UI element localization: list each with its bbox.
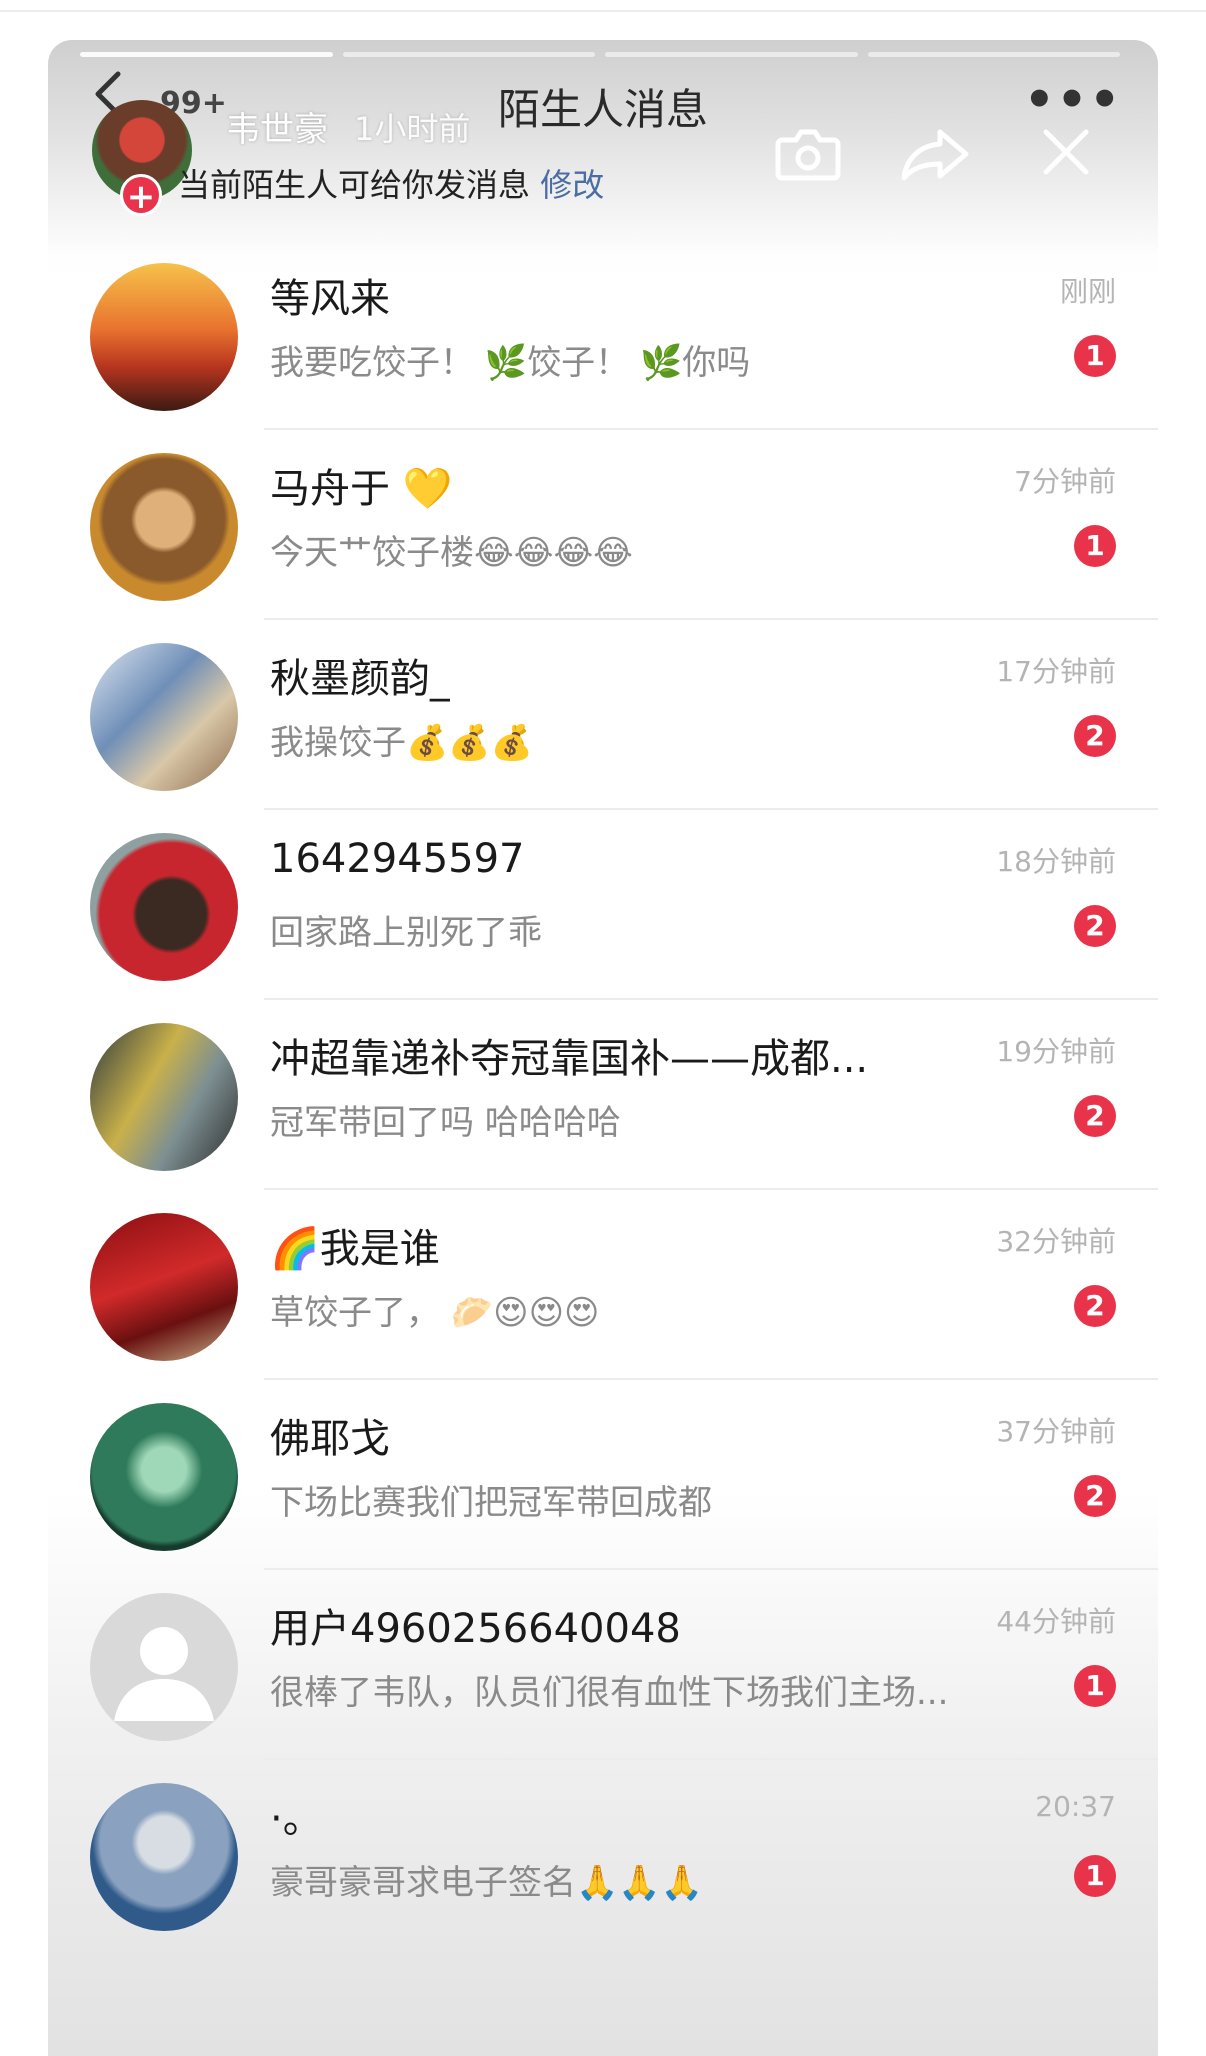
message-time: 44分钟前 — [996, 1605, 1116, 1638]
message-row[interactable]: 用户4960256640048 很棒了韦队，队员们很有血性下场我们主场... 4… — [48, 1570, 1158, 1760]
sender-name: 用户4960256640048 — [270, 1606, 681, 1652]
unread-badge: 1 — [1074, 1855, 1116, 1897]
close-icon — [1043, 129, 1089, 175]
modify-link[interactable]: 修改 — [540, 166, 604, 204]
unread-badge: 2 — [1074, 1475, 1116, 1517]
message-time: 刚刚 — [1059, 275, 1116, 308]
story-progress-bars — [80, 52, 1120, 58]
avatar[interactable] — [90, 263, 238, 411]
message-time: 32分钟前 — [996, 1225, 1116, 1258]
page-title: 陌生人消息 — [497, 85, 708, 134]
unread-badge: 2 — [1074, 1095, 1116, 1137]
close-button[interactable] — [1038, 124, 1094, 180]
unread-badge: 2 — [1074, 1285, 1116, 1327]
avatar[interactable] — [90, 833, 238, 981]
message-row[interactable]: 等风来 我要吃饺子！ 🌿饺子！ 🌿你吗 刚刚 1 — [48, 240, 1158, 430]
unread-badge: 1 — [1074, 335, 1116, 377]
privacy-notice-text: 当前陌生人可给你发消息 — [178, 166, 531, 204]
avatar[interactable] — [90, 453, 238, 601]
message-time: 18分钟前 — [996, 845, 1116, 878]
message-preview: 草饺子了， 🥟😍😍😍 — [270, 1293, 600, 1333]
sender-name: 等风来 — [270, 276, 390, 322]
stranger-messages-panel: 99+ 陌生人消息 ••• + 韦世豪 1小时前 当前陌生人可给你发消息 修改 — [48, 40, 1158, 2056]
privacy-notice: 当前陌生人可给你发消息 修改 — [178, 160, 604, 206]
message-row[interactable]: 1642945597 回家路上别死了乖 18分钟前 2 — [48, 810, 1158, 1000]
share-button[interactable] — [900, 126, 972, 182]
message-time: 7分钟前 — [1014, 465, 1116, 498]
sender-name: 1642945597 — [270, 836, 525, 882]
message-row[interactable]: 佛耶戈 下场比赛我们把冠军带回成都 37分钟前 2 — [48, 1380, 1158, 1570]
message-preview: 下场比赛我们把冠军带回成都 — [270, 1483, 712, 1523]
message-time: 19分钟前 — [996, 1035, 1116, 1068]
sender-name: 马舟于 💛 — [270, 466, 453, 512]
message-row[interactable]: 🌈我是谁 草饺子了， 🥟😍😍😍 32分钟前 2 — [48, 1190, 1158, 1380]
sender-name: 🌈我是谁 — [270, 1226, 440, 1272]
unread-badge: 1 — [1074, 525, 1116, 567]
message-time: 17分钟前 — [996, 655, 1116, 688]
story-username: 韦世豪 — [226, 110, 328, 150]
message-row[interactable]: 马舟于 💛 今天艹饺子楼😂😂😂😂 7分钟前 1 — [48, 430, 1158, 620]
message-time: 37分钟前 — [996, 1415, 1116, 1448]
sender-name: 冲超靠递补夺冠靠国补——成都... — [270, 1036, 869, 1082]
top-edge — [0, 0, 1206, 12]
unread-badge: 2 — [1074, 715, 1116, 757]
camera-button[interactable] — [774, 124, 842, 182]
avatar[interactable] — [90, 1023, 238, 1171]
message-preview: 豪哥豪哥求电子签名🙏🙏🙏 — [270, 1863, 704, 1903]
sender-name: 秋墨颜韵_ — [270, 656, 450, 702]
avatar[interactable] — [90, 643, 238, 791]
message-row[interactable]: 冲超靠递补夺冠靠国补——成都... 冠军带回了吗 哈哈哈哈 19分钟前 2 — [48, 1000, 1158, 1190]
message-list: 等风来 我要吃饺子！ 🌿饺子！ 🌿你吗 刚刚 1 马舟于 💛 今天艹饺子楼😂😂😂… — [48, 240, 1158, 1950]
share-icon — [901, 129, 969, 181]
message-preview: 很棒了韦队，队员们很有血性下场我们主场... — [270, 1673, 949, 1713]
message-preview: 我操饺子💰💰💰 — [270, 723, 534, 763]
plus-icon[interactable]: + — [120, 174, 162, 217]
unread-badge: 1 — [1074, 1665, 1116, 1707]
message-row[interactable]: ·。 豪哥豪哥求电子签名🙏🙏🙏 20:37 1 — [48, 1760, 1158, 1950]
default-avatar-icon[interactable] — [90, 1593, 238, 1741]
story-time: 1小时前 — [354, 110, 471, 148]
more-icon[interactable]: ••• — [1024, 76, 1122, 124]
avatar[interactable] — [90, 1783, 238, 1931]
message-preview: 我要吃饺子！ 🌿饺子！ 🌿你吗 — [270, 343, 751, 383]
unread-badge: 2 — [1074, 905, 1116, 947]
avatar[interactable] — [90, 1403, 238, 1551]
avatar[interactable] — [90, 1213, 238, 1361]
message-time: 20:37 — [1035, 1790, 1116, 1823]
header: 99+ 陌生人消息 ••• + 韦世豪 1小时前 当前陌生人可给你发消息 修改 — [48, 40, 1158, 255]
camera-icon — [775, 129, 841, 181]
message-row[interactable]: 秋墨颜韵_ 我操饺子💰💰💰 17分钟前 2 — [48, 620, 1158, 810]
message-preview: 冠军带回了吗 哈哈哈哈 — [270, 1103, 621, 1143]
message-preview: 回家路上别死了乖 — [270, 913, 542, 953]
message-preview: 今天艹饺子楼😂😂😂😂 — [270, 533, 633, 573]
sender-name: ·。 — [270, 1796, 323, 1842]
sender-name: 佛耶戈 — [270, 1416, 390, 1462]
